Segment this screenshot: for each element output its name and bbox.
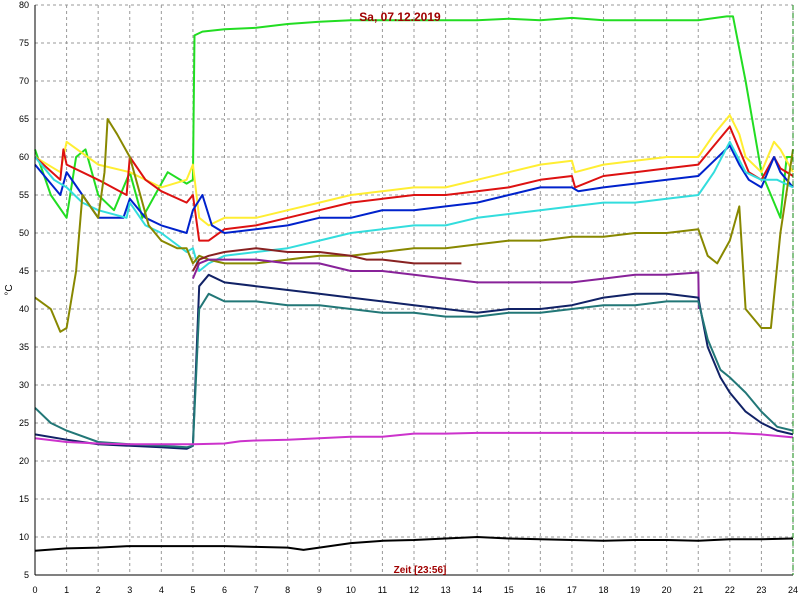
x-tick-label: 0 [32, 585, 37, 595]
y-tick-label: 30 [19, 380, 29, 390]
x-axis-label: Zeit [23:56] [394, 565, 447, 576]
x-tick-label: 15 [504, 585, 514, 595]
y-axis-label: °C [4, 284, 15, 295]
x-tick-label: 9 [317, 585, 322, 595]
x-tick-label: 2 [96, 585, 101, 595]
x-tick-label: 19 [630, 585, 640, 595]
y-tick-label: 50 [19, 228, 29, 238]
grid [35, 4, 794, 575]
series-line-12 [34, 536, 794, 552]
y-tick-label: 60 [19, 152, 29, 162]
x-tick-label: 13 [441, 585, 451, 595]
temperature-chart: 0 1 2 3 4 5 6 7 8 9 10 11 12 13 14 15 16 17 18 19 20 21 22 23 24… [4, 0, 798, 595]
x-tick-label: 1 [64, 585, 69, 595]
x-tick-label: 4 [159, 585, 164, 595]
x-tick-label: 8 [285, 585, 290, 595]
y-tick-label: 20 [19, 456, 29, 466]
axis-ticks: 0 1 2 3 4 5 6 7 8 9 10 11 12 13 14 15 16 17 18 19 20 21 22 23 24… [19, 0, 798, 595]
x-tick-label: 17 [567, 585, 577, 595]
x-tick-label: 12 [409, 585, 419, 595]
y-tick-label: 55 [19, 190, 29, 200]
x-tick-label: 16 [535, 585, 545, 595]
y-tick-label: 65 [19, 114, 29, 124]
series-line-10 [34, 292, 794, 449]
x-tick-label: 21 [693, 585, 703, 595]
y-tick-label: 10 [19, 532, 29, 542]
x-tick-label: 10 [346, 585, 356, 595]
y-tick-label: 75 [19, 38, 29, 48]
x-tick-label: 18 [598, 585, 608, 595]
series-line-4 [34, 144, 794, 234]
x-tick-label: 3 [127, 585, 132, 595]
y-tick-label: 5 [24, 570, 29, 580]
chart-title: Sa, 07.12.2019 [359, 10, 441, 24]
x-tick-label: 7 [254, 585, 259, 595]
y-tick-label: 35 [19, 342, 29, 352]
x-tick-label: 23 [756, 585, 766, 595]
y-tick-label: 15 [19, 494, 29, 504]
y-tick-label: 25 [19, 418, 29, 428]
x-tick-label: 24 [788, 585, 798, 595]
y-tick-label: 40 [19, 304, 29, 314]
y-tick-label: 80 [19, 0, 29, 10]
x-tick-label: 11 [378, 585, 387, 595]
x-tick-label: 14 [472, 585, 482, 595]
x-tick-label: 20 [662, 585, 672, 595]
x-tick-label: 6 [222, 585, 227, 595]
x-tick-label: 5 [190, 585, 195, 595]
y-tick-label: 70 [19, 76, 29, 86]
y-tick-label: 45 [19, 266, 29, 276]
x-tick-label: 22 [725, 585, 735, 595]
